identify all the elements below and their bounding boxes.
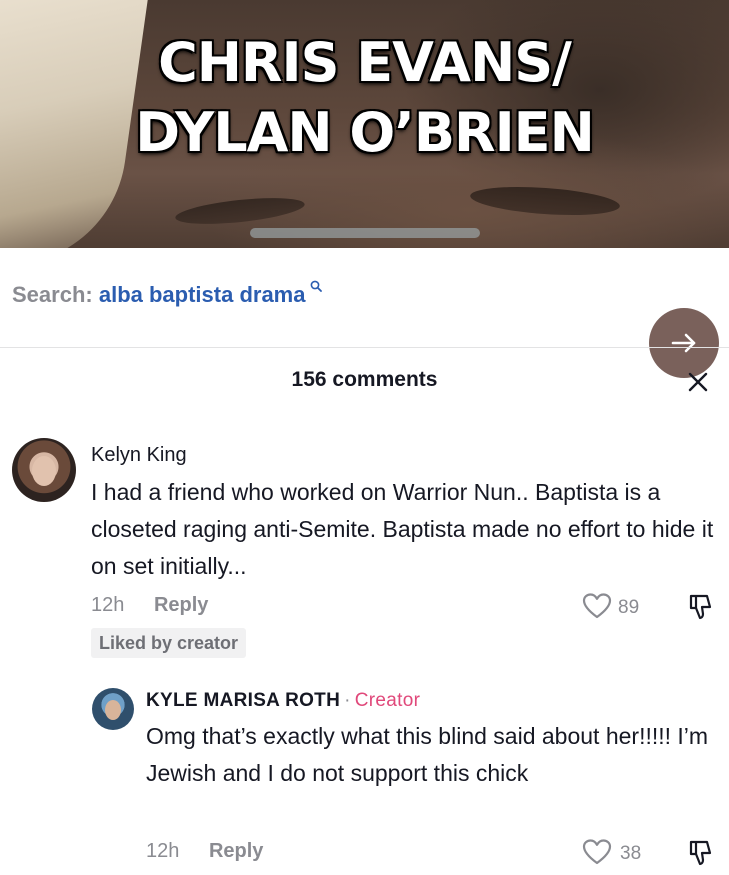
video-caption: CHRIS EVANS/ DYLAN O’BRIEN xyxy=(0,28,729,168)
reply-button[interactable]: Reply xyxy=(154,594,208,616)
like-count: 89 xyxy=(618,597,640,618)
heart-icon[interactable] xyxy=(582,838,612,866)
video-frame[interactable]: CHRIS EVANS/ DYLAN O’BRIEN xyxy=(0,0,729,248)
close-icon xyxy=(688,372,708,392)
comment-time: 12h xyxy=(91,594,125,616)
avatar-face xyxy=(32,456,56,486)
video-brow-right xyxy=(469,182,621,220)
avatar-face xyxy=(105,700,121,720)
search-label: Search: xyxy=(12,282,93,307)
comment-text: Omg that’s exactly what this blind said … xyxy=(146,723,709,786)
avatar[interactable] xyxy=(12,438,76,502)
comments-count: 156 comments xyxy=(291,368,438,391)
separator-dot: · xyxy=(344,690,351,711)
like-count: 38 xyxy=(620,843,642,864)
comment-meta: 12h Reply xyxy=(91,594,208,617)
video-brow-left xyxy=(174,193,306,229)
heart-icon[interactable] xyxy=(582,592,612,620)
caption-line-1: CHRIS EVANS/ xyxy=(158,31,572,94)
comment-meta: 12h Reply xyxy=(146,840,263,863)
search-query-link[interactable]: alba baptista drama xyxy=(99,282,306,307)
comment-time: 12h xyxy=(146,840,180,862)
caption-line-2: DYLAN O’BRIEN xyxy=(135,101,595,164)
liked-by-creator-badge: Liked by creator xyxy=(91,628,247,658)
dislike-icon[interactable] xyxy=(686,593,714,621)
search-suggestion[interactable]: Search: alba baptista drama xyxy=(12,280,323,308)
reply-author-row: KYLE MARISA ROTH · Creator xyxy=(146,690,420,712)
divider xyxy=(0,347,729,348)
close-button[interactable] xyxy=(684,368,712,396)
reply-button[interactable]: Reply xyxy=(209,840,263,862)
search-icon xyxy=(306,280,323,295)
comment-author[interactable]: Kelyn King xyxy=(91,444,187,467)
arrow-right-icon xyxy=(671,333,696,353)
comment-author[interactable]: KYLE MARISA ROTH xyxy=(146,690,340,711)
avatar[interactable] xyxy=(92,688,134,730)
video-glasses-rim xyxy=(250,228,480,238)
comment-text: I had a friend who worked on Warrior Nun… xyxy=(91,479,714,579)
dislike-icon[interactable] xyxy=(686,839,714,867)
creator-badge: Creator xyxy=(354,690,421,711)
